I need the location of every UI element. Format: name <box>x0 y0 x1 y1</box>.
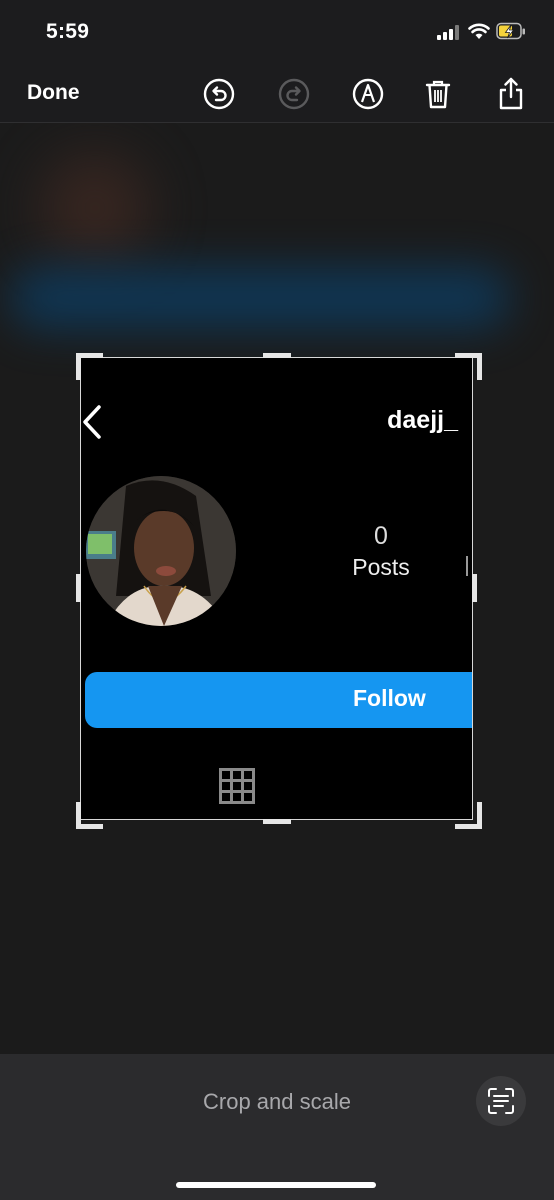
crop-canvas[interactable]: daejj_ 0 Posts Follow <box>0 123 554 1054</box>
back-chevron-icon <box>83 405 101 439</box>
crop-corner-handle[interactable] <box>76 353 103 380</box>
posts-count: 0 <box>374 522 388 550</box>
cellular-signal-icon <box>437 25 459 40</box>
redo-icon <box>278 78 310 110</box>
done-button[interactable]: Done <box>27 81 80 105</box>
crop-edge-handle[interactable] <box>263 819 291 824</box>
avatar-photo <box>86 476 236 626</box>
follow-label: Follow <box>353 685 426 711</box>
follow-button[interactable]: Follow <box>85 672 472 728</box>
crop-area[interactable]: daejj_ 0 Posts Follow <box>80 357 473 820</box>
status-bar: 5:59 <box>0 0 554 66</box>
crop-edge-handle[interactable] <box>472 574 477 602</box>
wifi-icon <box>468 23 490 39</box>
home-indicator <box>176 1182 376 1188</box>
live-text-button[interactable] <box>476 1076 526 1126</box>
live-text-icon <box>488 1088 514 1114</box>
share-icon[interactable] <box>493 76 529 112</box>
trash-icon[interactable] <box>420 76 456 112</box>
crop-edge-handle[interactable] <box>76 574 81 602</box>
blurred-background-bar <box>10 268 510 328</box>
crop-corner-handle[interactable] <box>455 353 482 380</box>
editor-toolbar: Done <box>0 66 554 123</box>
battery-charging-icon <box>496 22 525 40</box>
posts-label[interactable]: Posts <box>336 554 426 581</box>
status-time: 5:59 <box>46 20 90 43</box>
crop-edge-handle[interactable] <box>263 353 291 358</box>
bottom-bar: Crop and scale <box>0 1054 554 1200</box>
profile-username: daejj_ <box>387 406 458 434</box>
crop-corner-handle[interactable] <box>76 802 103 829</box>
cut-off-stat <box>466 556 472 576</box>
avatar <box>86 476 236 626</box>
grid-icon[interactable] <box>219 768 255 804</box>
crop-corner-handle[interactable] <box>455 802 482 829</box>
markup-icon[interactable] <box>350 76 386 112</box>
undo-icon[interactable] <box>201 76 237 112</box>
crop-scale-title: Crop and scale <box>203 1089 351 1114</box>
blurred-background-shape <box>40 153 150 263</box>
